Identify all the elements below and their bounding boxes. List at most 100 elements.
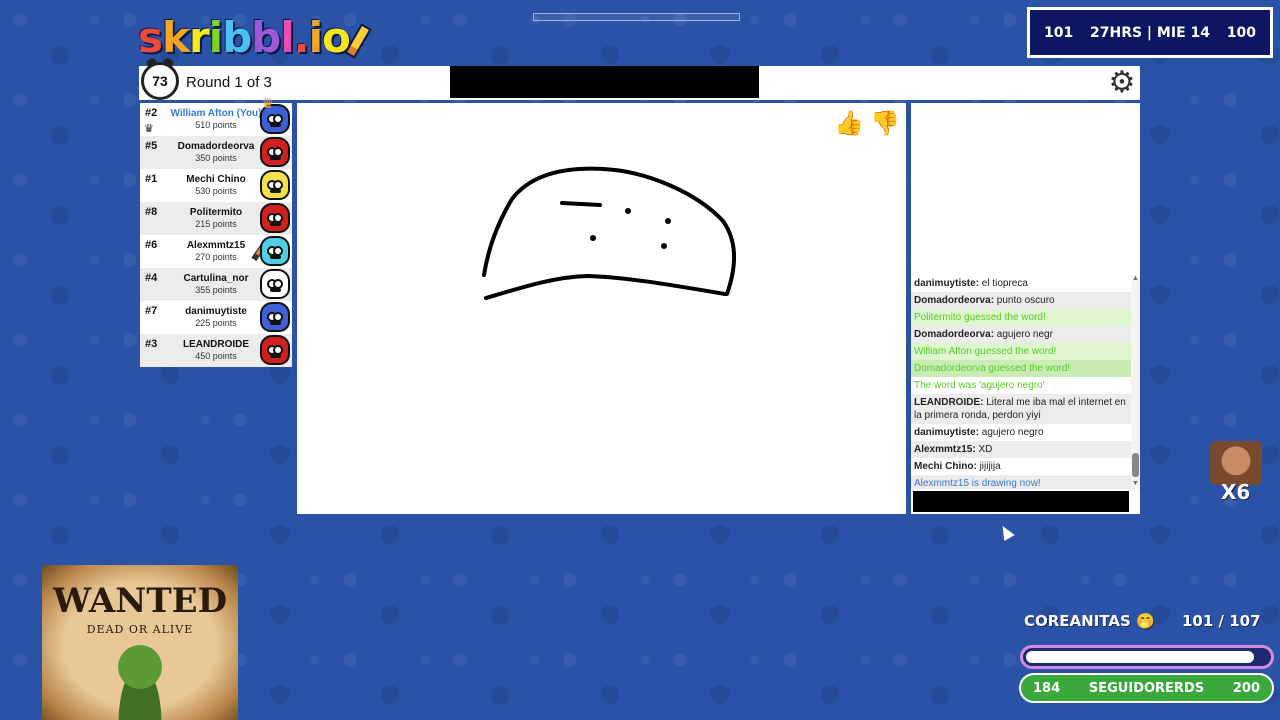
- player-rank: #7: [145, 305, 158, 317]
- chat-input[interactable]: [913, 491, 1129, 512]
- player-points: 350 points: [195, 153, 237, 163]
- drawn-stroke: [482, 166, 737, 296]
- chat-author: Alexmmtz15: [914, 444, 973, 455]
- chat-message: Alexmmtz15: XD: [911, 441, 1131, 458]
- top-progress-bar: [533, 13, 740, 21]
- player-rank: #4: [145, 272, 158, 284]
- player-row[interactable]: #5 Domadordeorva 350 points: [140, 136, 292, 169]
- player-name: Domadordeorva: [177, 141, 255, 152]
- player-points: 510 points: [195, 120, 237, 130]
- drawn-dot: [661, 243, 667, 249]
- chat-text: agujero negr: [996, 329, 1053, 340]
- chat-author: danimuytiste: [914, 278, 976, 289]
- chat-panel: danimuytiste: el tiopreca Domadordeorva: …: [911, 103, 1140, 514]
- thumbs-down-icon[interactable]: 👎: [869, 107, 901, 139]
- logo-letter: s: [138, 13, 163, 62]
- wanted-poster: WANTED DEAD OR ALIVE: [42, 565, 238, 720]
- avatar-mouth: [270, 222, 281, 226]
- stream-right-value: 100: [1226, 24, 1256, 41]
- avatar: [260, 137, 290, 167]
- avatar-mouth: [270, 321, 281, 325]
- logo-letter: l: [280, 13, 294, 62]
- drawn-dot: [665, 218, 671, 224]
- player-row[interactable]: #3 LEANDROIDE 450 points: [140, 334, 292, 367]
- wanted-figure-image: [110, 643, 170, 720]
- avatar-mouth: [270, 354, 281, 358]
- player-row[interactable]: #8 Politermito 215 points: [140, 202, 292, 235]
- chat-message: Alexmmtz15 is drawing now!: [911, 475, 1131, 489]
- player-row[interactable]: #7 danimuytiste 225 points: [140, 301, 292, 334]
- chat-message: LEANDROIDE: Literal me iba mal el intern…: [911, 394, 1131, 424]
- avatar-mouth: [270, 255, 281, 259]
- logo-letter: k: [162, 13, 190, 62]
- followers-label: SEGUIDORERDS: [1088, 680, 1205, 696]
- stream-left-value: 101: [1044, 24, 1074, 41]
- player-row[interactable]: #2 ♛ William Afton (You) 510 points ♛: [140, 95, 292, 136]
- player-row[interactable]: #4 Cartulina_nor 355 points: [140, 268, 292, 301]
- logo-text: skribbl.io: [138, 13, 351, 62]
- avatar: [260, 269, 290, 299]
- crown-icon: ♛: [261, 95, 274, 111]
- scroll-down-icon[interactable]: ▼: [1131, 480, 1140, 489]
- chat-author: Domadordeorva: [914, 329, 991, 340]
- chat-text: Alexmmtz15 is drawing now!: [914, 478, 1041, 489]
- followers-bar: 184 SEGUIDORERDS 200: [1019, 673, 1274, 703]
- player-points: 355 points: [195, 285, 237, 295]
- chat-message: Domadordeorva: agujero negr: [911, 326, 1131, 343]
- thumbs-up-icon[interactable]: 👍: [833, 107, 865, 139]
- chat-message: Mechi Chino: jijijija: [911, 458, 1131, 475]
- chat-messages: danimuytiste: el tiopreca Domadordeorva: …: [911, 275, 1131, 489]
- mouse-cursor-icon: [997, 522, 1015, 542]
- player-name: William Afton (You): [170, 108, 262, 119]
- player-row[interactable]: #6 Alexmmtz15 270 points: [140, 235, 292, 268]
- chat-scrollbar[interactable]: ▲ ▼: [1131, 275, 1140, 489]
- chat-message: danimuytiste: agujero negro: [911, 424, 1131, 441]
- player-points: 225 points: [195, 318, 237, 328]
- goal-progress-fill: [1026, 651, 1255, 663]
- player-name: Alexmmtz15: [186, 240, 246, 251]
- chat-text: punto oscuro: [996, 295, 1055, 306]
- chat-text: jijijija: [979, 461, 1001, 472]
- player-rank: #2: [145, 107, 158, 119]
- player-points: 215 points: [195, 219, 237, 229]
- player-rank: #3: [145, 338, 158, 350]
- player-name: LEANDROIDE: [182, 339, 250, 350]
- avatar: [260, 335, 290, 365]
- player-rank: #6: [145, 239, 158, 251]
- scroll-thumb[interactable]: [1132, 453, 1139, 477]
- player-name: Cartulina_nor: [183, 273, 249, 284]
- gear-icon[interactable]: ⚙: [1106, 67, 1138, 99]
- player-rank: #5: [145, 140, 158, 152]
- logo-letter: .: [293, 13, 310, 62]
- chat-text: XD: [978, 444, 993, 455]
- player-points: 450 points: [195, 351, 237, 361]
- drawn-stroke: [560, 201, 602, 207]
- avatar-mouth: [270, 156, 281, 160]
- player-row[interactable]: #1 Mechi Chino 530 points: [140, 169, 292, 202]
- avatar: [260, 203, 290, 233]
- logo-letter: b: [222, 13, 252, 62]
- chat-message: William Afton guessed the word!: [911, 343, 1131, 360]
- word-hint-box: [450, 66, 759, 98]
- chat-text: The word was 'agujero negro': [914, 380, 1045, 391]
- chat-message: danimuytiste: el tiopreca: [911, 275, 1131, 292]
- followers-end: 200: [1232, 680, 1260, 696]
- chat-author: LEANDROIDE: [914, 397, 981, 408]
- player-name: danimuytiste: [185, 306, 247, 317]
- avatar-mouth: [270, 288, 281, 292]
- player-points: 530 points: [195, 186, 237, 196]
- drawing-canvas[interactable]: 👍 👎: [297, 103, 906, 514]
- logo-letter: o: [322, 13, 351, 62]
- drawn-dot: [590, 235, 596, 241]
- logo-letter: b: [251, 13, 281, 62]
- round-label: Round 1 of 3: [186, 74, 272, 91]
- chat-message: The word was 'agujero negro': [911, 377, 1131, 394]
- chat-message: Domadordeorva guessed the word!: [911, 360, 1131, 377]
- avatar: [260, 170, 290, 200]
- face-emote-image: [1210, 441, 1262, 485]
- scroll-up-icon[interactable]: ▲: [1131, 275, 1140, 284]
- player-name: Mechi Chino: [186, 174, 246, 185]
- chat-message: Politermito guessed the word!: [911, 309, 1131, 326]
- chat-text: Politermito guessed the word!: [914, 312, 1046, 323]
- goal-count: 101 / 107: [1182, 612, 1261, 630]
